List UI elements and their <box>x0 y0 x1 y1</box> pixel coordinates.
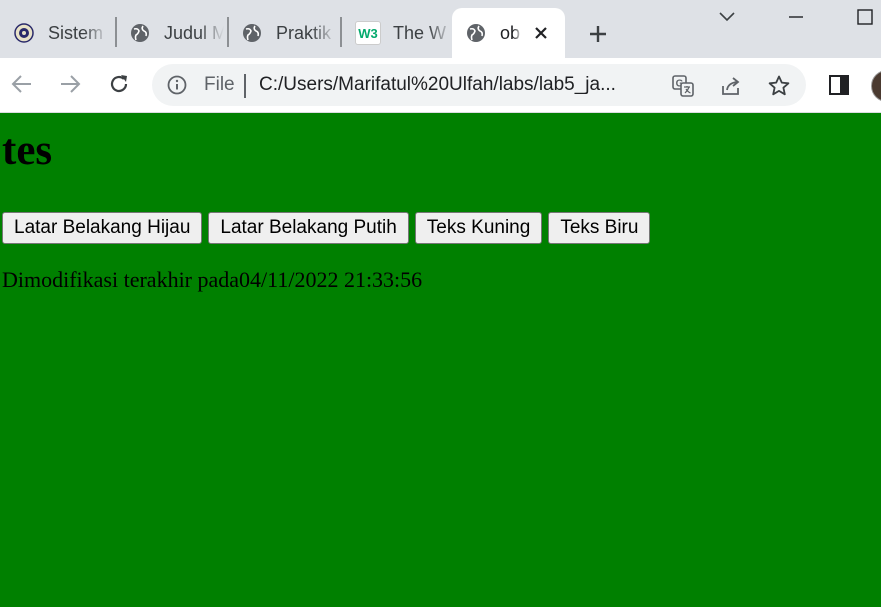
scheme-divider <box>244 74 246 98</box>
maximize-icon[interactable] <box>853 6 877 28</box>
close-icon[interactable] <box>529 21 553 45</box>
tab-search-chevron-icon[interactable] <box>715 6 739 28</box>
reload-button[interactable] <box>103 70 135 102</box>
tab-judul[interactable]: Judul M <box>116 8 227 58</box>
globe-icon <box>130 23 150 43</box>
tab-praktik[interactable]: Praktik <box>228 8 339 58</box>
translate-icon[interactable]: G <box>670 73 696 99</box>
last-modified-text: Dimodifikasi terakhir pada04/11/2022 21:… <box>2 267 423 292</box>
bookmark-star-icon[interactable] <box>766 73 792 99</box>
button-row: Latar Belakang Hijau Latar Belakang Puti… <box>2 212 651 244</box>
globe-icon <box>242 23 262 43</box>
info-icon[interactable] <box>166 74 188 96</box>
tab-active[interactable]: ob <box>452 8 565 58</box>
url-text[interactable]: C:/Users/Marifatul%20Ulfah/labs/lab5_ja.… <box>259 74 616 96</box>
tab-strip: Sistem Judul M Praktik W3 The W ob <box>0 0 881 58</box>
yellow-text-button[interactable]: Teks Kuning <box>414 212 543 244</box>
tab-w3schools[interactable]: W3 The W <box>341 8 452 58</box>
side-panel-icon[interactable] <box>826 72 852 98</box>
white-background-button[interactable]: Latar Belakang Putih <box>208 212 409 244</box>
reload-icon <box>108 73 130 100</box>
forward-button[interactable] <box>54 70 86 102</box>
toolbar: File C:/Users/Marifatul%20Ulfah/labs/lab… <box>0 58 881 113</box>
blue-text-button[interactable]: Teks Biru <box>548 212 651 244</box>
back-button[interactable] <box>6 70 38 102</box>
tab-title: Sistem <box>48 22 104 43</box>
tab-sistem[interactable]: Sistem <box>0 8 114 58</box>
scheme-label: File <box>204 74 235 95</box>
profile-avatar[interactable] <box>871 70 881 102</box>
tab-title: Judul M <box>164 22 224 43</box>
tab-title: ob <box>500 22 521 43</box>
new-tab-button[interactable] <box>584 20 612 48</box>
page-content: tes Latar Belakang Hijau Latar Belakang … <box>0 113 881 607</box>
w3schools-logo-text: W3 <box>358 25 378 41</box>
address-bar[interactable]: File C:/Users/Marifatul%20Ulfah/labs/lab… <box>152 64 806 106</box>
arrow-right-icon <box>59 74 81 99</box>
tab-title: Praktik <box>276 22 332 43</box>
tab-title: The W <box>393 22 447 43</box>
green-background-button[interactable]: Latar Belakang Hijau <box>2 212 203 244</box>
university-seal-icon <box>14 23 34 43</box>
minimize-icon[interactable] <box>784 6 808 28</box>
w3schools-icon: W3 <box>355 21 381 45</box>
globe-icon <box>466 23 486 43</box>
share-icon[interactable] <box>718 73 744 99</box>
page-heading: tes <box>2 127 53 174</box>
arrow-left-icon <box>11 74 33 99</box>
